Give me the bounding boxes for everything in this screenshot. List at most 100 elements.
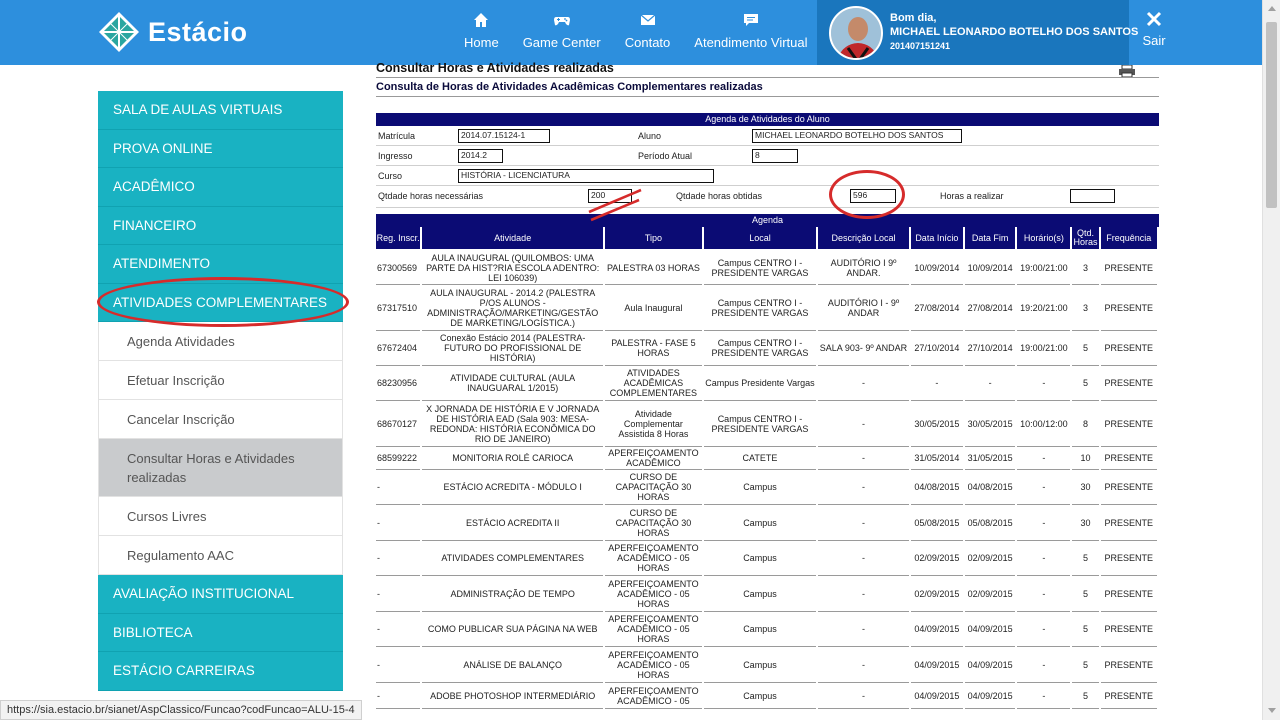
col-atividade[interactable]: Atividade [422,227,604,251]
user-name: MICHAEL LEONARDO BOTELHO DOS SANTOS [890,26,1139,38]
ingresso-field: 2014.2 [458,149,503,163]
scroll-thumb[interactable] [1266,22,1277,208]
cell-data-fim: 04/08/2015 [964,470,1016,505]
brand-name: Estácio [148,16,248,47]
col-tipo[interactable]: Tipo [605,227,702,251]
sidebar-subitem-regulamento[interactable]: Regulamento AAC [98,536,343,575]
cell-reg-inscr: - [376,505,421,541]
cell-data-fim: 27/08/2014 [964,285,1016,331]
sidebar-item-academico[interactable]: ACADÊMICO [98,168,343,207]
cell-tipo: APERFEIÇOAMENTO ACADÊMICO - 05 HORAS [605,576,702,612]
printer-icon[interactable] [1118,65,1136,77]
user-matricula: 201407151241 [890,41,951,51]
cell-atividade: COMO PUBLICAR SUA PÁGINA NA WEB [422,612,604,647]
matricula-field: 2014.07.15124-1 [458,129,550,143]
periodo-field: 8 [752,149,798,163]
horas-realizar-field [1070,189,1115,203]
aluno-field: MICHAEL LEONARDO BOTELHO DOS SANTOS [752,129,962,143]
cell-local: Campus [703,505,817,541]
cell-tipo: ATIVIDADES ACADÊMICAS COMPLEMENTARES [605,366,702,401]
cell-data-inicio: 31/05/2014 [910,447,963,470]
sidebar-item-financeiro[interactable]: FINANCEIRO [98,206,343,245]
cell-descricao-local: SALA 903- 9º ANDAR [818,331,909,366]
user-photo-icon [831,8,881,58]
cell-local: Campus CENTRO I - PRESIDENTE VARGAS [703,331,817,366]
curso-field: HISTÓRIA - LICENCIATURA [458,169,714,183]
cell-descricao-local: - [818,612,909,647]
page-subtitle: Consulta de Horas de Atividades Acadêmic… [376,78,1159,97]
cell-atividade: X JORNADA DE HISTÓRIA E V JORNADA DE HIS… [422,401,604,447]
avatar[interactable] [829,6,883,60]
nav-atendimento-virtual[interactable]: Atendimento Virtual [682,11,819,50]
nav-contato[interactable]: Contato [613,11,683,50]
col-local[interactable]: Local [703,227,817,251]
table-row: - COMO PUBLICAR SUA PÁGINA NA WEB APERFEIÇ… [376,612,1157,647]
cell-horarios: - [1017,612,1071,647]
sidebar-subitem-efetuar-inscricao[interactable]: Efetuar Inscrição [98,361,343,400]
main-content: Consultar Horas e Atividades realizadas … [376,60,1159,709]
cell-data-inicio: 02/09/2015 [910,576,963,612]
logout-button[interactable]: Sair [1139,11,1169,48]
sidebar-item-atendimento[interactable]: ATENDIMENTO [98,245,343,284]
cell-local: CATETE [703,447,817,470]
cell-tipo: PALESTRA 03 HORAS [605,251,702,285]
cell-reg-inscr: 68230956 [376,366,421,401]
cell-horarios: - [1017,470,1071,505]
cell-data-inicio: 04/08/2015 [910,470,963,505]
cell-descricao-local: - [818,576,909,612]
scroll-up-icon[interactable] [1268,6,1276,11]
sidebar-subitem-agenda[interactable]: Agenda Atividades [98,322,343,361]
nav-home[interactable]: Home [452,11,511,50]
sidebar-item-avaliacao[interactable]: AVALIAÇÃO INSTITUCIONAL [98,575,343,614]
col-data-inicio[interactable]: Data Início [910,227,963,251]
col-frequencia[interactable]: Frequência [1100,227,1157,251]
sidebar-menu: SALA DE AULAS VIRTUAIS PROVA ONLINE ACAD… [98,91,343,691]
agenda-aluno-header: Agenda de Atividades do Aluno [376,113,1159,126]
cell-tipo: Aula Inaugural [605,285,702,331]
sidebar-item-carreiras[interactable]: ESTÁCIO CARREIRAS [98,652,343,691]
mail-icon [640,14,655,25]
cell-data-fim: 02/09/2015 [964,576,1016,612]
cell-horarios: - [1017,683,1071,709]
cell-descricao-local: AUDITÓRIO I 9º ANDAR. [818,251,909,285]
info-row-horas: Qtdade horas necessárias 200 Qtdade hora… [376,186,1159,208]
cell-qtd-horas: 5 [1072,331,1099,366]
sidebar-subitem-cancelar-inscricao[interactable]: Cancelar Inscrição [98,400,343,439]
nav-game-center[interactable]: Game Center [511,11,613,50]
table-row: 67317510 AULA INAUGURAL - 2014.2 (PALESTR… [376,285,1157,331]
cell-reg-inscr: 67317510 [376,285,421,331]
cell-tipo: APERFEIÇOAMENTO ACADÊMICO - 05 HORAS [605,541,702,576]
cell-data-fim: 30/05/2015 [964,401,1016,447]
sidebar-subitem-cursos-livres[interactable]: Cursos Livres [98,497,343,536]
info-row-ingresso: Ingresso 2014.2 Período Atual 8 [376,146,1159,166]
cell-frequencia: PRESENTE [1100,251,1157,285]
sidebar-item-prova-online[interactable]: PROVA ONLINE [98,129,343,168]
brand-logo[interactable]: Estácio [98,10,268,54]
cell-tipo: APERFEIÇOAMENTO ACADÊMICO - 05 HORAS [605,612,702,647]
cell-atividade: ATIVIDADE CULTURAL (AULA INAUGUARAL 1/20… [422,366,604,401]
sidebar-item-atividades-complementares[interactable]: ATIVIDADES COMPLEMENTARES [98,283,343,322]
cell-local: Campus Presidente Vargas [703,366,817,401]
cell-atividade: AULA INAUGURAL - 2014.2 (PALESTRA P/OS A… [422,285,604,331]
col-reg-inscr[interactable]: Reg. Inscr. [376,227,421,251]
sidebar-subitem-consultar-horas[interactable]: Consultar Horas e Atividades realizadas [98,439,343,497]
cell-frequencia: PRESENTE [1100,612,1157,647]
scroll-down-icon[interactable] [1268,708,1276,713]
agenda-table-body: 67300569 AULA INAUGURAL (QUILOMBOS: UMA P… [376,251,1157,709]
cell-atividade: ATIVIDADES COMPLEMENTARES [422,541,604,576]
cell-descricao-local: - [818,505,909,541]
vertical-scrollbar[interactable] [1262,0,1280,720]
cell-atividade: ESTÁCIO ACREDITA II [422,505,604,541]
cell-reg-inscr: - [376,612,421,647]
cell-tipo: APERFEIÇOAMENTO ACADÊMICO - 05 HORAS [605,647,702,683]
cell-atividade: AULA INAUGURAL (QUILOMBOS: UMA PARTE DA … [422,251,604,285]
horas-obtidas-field: 596 [850,189,896,203]
col-descricao-local[interactable]: Descrição Local [818,227,909,251]
sidebar-item-sala-aulas[interactable]: SALA DE AULAS VIRTUAIS [98,91,343,130]
col-qtd-horas[interactable]: Qtd. Horas [1072,227,1099,251]
cell-horarios: - [1017,541,1071,576]
gamepad-icon [553,17,570,26]
sidebar-item-biblioteca[interactable]: BIBLIOTECA [98,613,343,652]
col-horarios[interactable]: Horário(s) [1017,227,1071,251]
col-data-fim[interactable]: Data Fim [964,227,1016,251]
